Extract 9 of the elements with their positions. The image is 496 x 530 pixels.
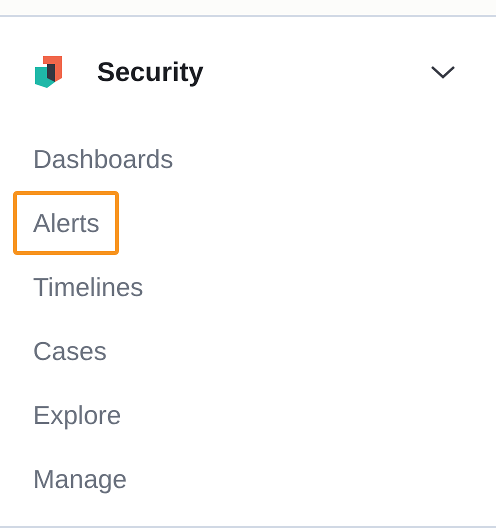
nav-link[interactable]: Timelines — [13, 255, 164, 319]
nav-link[interactable]: Dashboards — [13, 127, 194, 191]
nav-link[interactable]: Cases — [13, 319, 127, 383]
nav-link[interactable]: Manage — [13, 447, 147, 511]
nav-link[interactable]: Alerts — [13, 191, 120, 255]
nav-link[interactable]: Explore — [13, 383, 142, 447]
collapse-toggle[interactable] — [430, 64, 456, 80]
shield-logo-icon — [35, 56, 63, 88]
section-title: Security — [97, 56, 205, 88]
